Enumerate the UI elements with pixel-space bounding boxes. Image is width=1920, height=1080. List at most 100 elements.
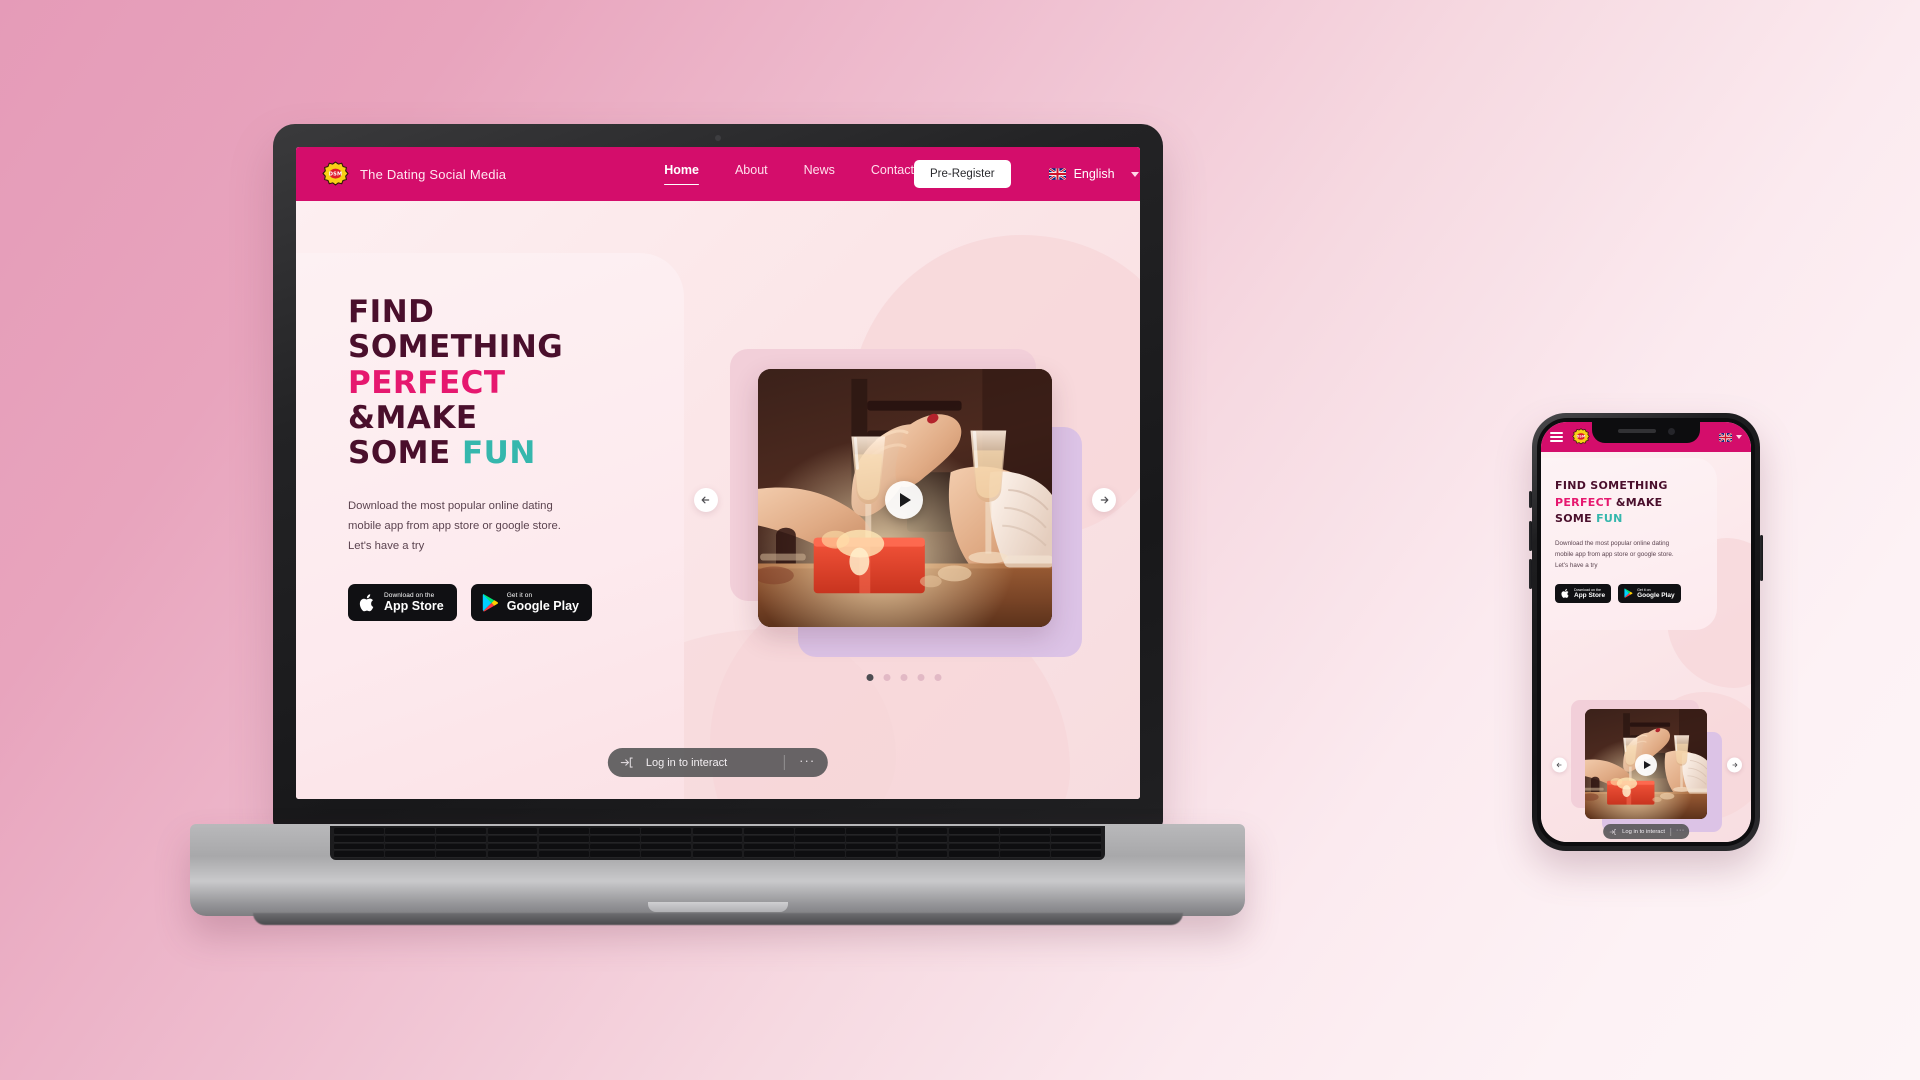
laptop-keyboard: [330, 826, 1105, 860]
hamburger-menu-icon[interactable]: [1550, 431, 1563, 443]
play-icon: [900, 493, 911, 507]
apple-icon: [1561, 588, 1570, 599]
phone-camera-icon: [1667, 427, 1675, 435]
play-button[interactable]: [885, 481, 923, 519]
google-play-icon: [482, 593, 499, 612]
navbar: The Dating Social Media Home About News …: [296, 147, 1140, 201]
phone-carousel-next-button[interactable]: [1727, 757, 1742, 773]
nav-link-home[interactable]: Home: [664, 163, 699, 185]
divider: [1670, 827, 1672, 836]
hero-paragraph: Download the most popular online dating …: [348, 499, 561, 552]
phone-overflow-menu-button[interactable]: ···: [1676, 827, 1685, 837]
phone-google-play-big: Google Play: [1637, 591, 1675, 599]
phone-notch: [1592, 422, 1700, 443]
app-store-big: App Store: [384, 599, 444, 614]
phone-headline-line-2: PERFECT &MAKE: [1555, 495, 1723, 512]
login-to-interact-bar[interactable]: Log in to interact ···: [607, 748, 829, 777]
app-store-button[interactable]: Download on the App Store: [348, 583, 457, 622]
phone-hero-paragraph: Download the most popular online dating …: [1555, 539, 1674, 569]
phone-silent-switch[interactable]: [1529, 491, 1532, 508]
carousel-dot[interactable]: [866, 674, 874, 681]
phone-headline-line-3: SOME FUN: [1555, 511, 1723, 528]
nav-link-contact[interactable]: Contact: [871, 163, 914, 185]
apple-icon: [359, 593, 376, 613]
hero-headline: FIND SOMETHING PERFECT &MAKE SOME FUN: [348, 294, 678, 472]
brand[interactable]: The Dating Social Media: [322, 161, 506, 188]
phone-login-to-interact-label: Log in to interact: [1622, 828, 1666, 835]
phone-login-to-interact-bar[interactable]: Log in to interact ···: [1603, 824, 1689, 839]
headline-line-2: SOMETHING: [348, 329, 564, 366]
phone-carousel: [1552, 700, 1742, 832]
google-play-icon: [1624, 588, 1633, 598]
brand-logo-icon: [322, 161, 349, 188]
google-play-big: Google Play: [506, 599, 579, 614]
mockup-stage: The Dating Social Media Home About News …: [0, 0, 1920, 1080]
phone-app-store-big: App Store: [1574, 591, 1606, 599]
phone-app-store-button[interactable]: Download on the App Store: [1555, 583, 1612, 603]
carousel-prev-button[interactable]: [694, 488, 718, 512]
uk-flag-icon: [1049, 168, 1066, 180]
divider: [784, 755, 786, 770]
hero-section: FIND SOMETHING PERFECT &MAKE SOME FUN Do…: [296, 201, 1140, 799]
phone-headline-fun: FUN: [1596, 512, 1623, 525]
website-desktop: The Dating Social Media Home About News …: [296, 147, 1140, 799]
phone-headline-perfect: PERFECT: [1555, 495, 1616, 509]
headline-line-3: PERFECT: [348, 364, 506, 401]
arrow-left-icon: [699, 493, 713, 507]
brand-name: The Dating Social Media: [360, 166, 507, 182]
google-play-small: Get it on: [506, 591, 533, 599]
carousel-dot[interactable]: [934, 674, 942, 681]
video-card-stack: [694, 349, 1116, 681]
phone-app-store-small: Download on the: [1574, 587, 1601, 592]
headline-line-5: SOME FUN: [348, 436, 678, 471]
carousel-next-button[interactable]: [1092, 488, 1116, 512]
phone-hero-section: FIND SOMETHING PERFECT &MAKE SOME FUN Do…: [1541, 452, 1751, 842]
pre-register-button[interactable]: Pre-Register: [914, 160, 1011, 188]
laptop-mockup: The Dating Social Media Home About News …: [190, 124, 1245, 944]
carousel-dot[interactable]: [917, 674, 925, 681]
carousel-dot[interactable]: [883, 674, 891, 681]
navbar-right: Pre-Register English: [914, 160, 1139, 188]
arrow-right-icon: [1730, 761, 1739, 770]
headline-fun: FUN: [462, 435, 536, 472]
login-to-interact-label: Log in to interact: [645, 756, 728, 769]
arrow-right-icon: [1097, 493, 1111, 507]
phone-hero-copy: FIND SOMETHING PERFECT &MAKE SOME FUN Do…: [1555, 478, 1723, 603]
phone-mockup: FIND SOMETHING PERFECT &MAKE SOME FUN Do…: [1529, 413, 1763, 851]
phone-frame: FIND SOMETHING PERFECT &MAKE SOME FUN Do…: [1529, 413, 1763, 851]
login-arrow-icon: [1609, 823, 1617, 841]
hero-carousel: [694, 349, 1116, 681]
chevron-down-icon: [1736, 435, 1742, 439]
phone-carousel-prev-button[interactable]: [1552, 757, 1567, 773]
headline-line-4: &MAKE: [348, 399, 478, 436]
overflow-menu-button[interactable]: ···: [796, 753, 822, 773]
nav-link-news[interactable]: News: [804, 163, 835, 185]
phone-headline-line-1: FIND SOMETHING: [1555, 479, 1668, 492]
phone-screen: FIND SOMETHING PERFECT &MAKE SOME FUN Do…: [1541, 422, 1751, 842]
laptop-lid-notch: [647, 902, 788, 912]
laptop-foot: [252, 913, 1183, 925]
phone-volume-down-button[interactable]: [1529, 559, 1532, 589]
phone-power-button[interactable]: [1760, 535, 1763, 581]
login-arrow-icon: [620, 755, 635, 770]
arrow-left-icon: [1555, 761, 1564, 770]
language-label: English: [1073, 167, 1115, 181]
nav-links: Home About News Contact: [664, 163, 914, 185]
store-buttons: Download on the App Store Get it on Goog…: [348, 583, 678, 622]
language-selector[interactable]: English: [1049, 167, 1139, 181]
nav-link-about[interactable]: About: [735, 163, 768, 185]
phone-brand-logo-icon[interactable]: [1572, 428, 1590, 446]
laptop-base: [190, 824, 1245, 916]
phone-volume-up-button[interactable]: [1529, 521, 1532, 551]
phone-play-button[interactable]: [1635, 754, 1657, 776]
app-store-small: Download on the: [384, 591, 435, 599]
phone-headline-some: SOME: [1555, 512, 1597, 525]
play-icon: [1643, 761, 1651, 769]
laptop-webcam-icon: [715, 135, 721, 141]
hero-copy: FIND SOMETHING PERFECT &MAKE SOME FUN Do…: [348, 294, 678, 622]
google-play-button[interactable]: Get it on Google Play: [470, 583, 592, 622]
phone-google-play-button[interactable]: Get it on Google Play: [1618, 583, 1681, 603]
phone-language-selector[interactable]: [1719, 433, 1742, 442]
carousel-dot[interactable]: [900, 674, 908, 681]
phone-inner-bezel: FIND SOMETHING PERFECT &MAKE SOME FUN Do…: [1537, 418, 1755, 846]
